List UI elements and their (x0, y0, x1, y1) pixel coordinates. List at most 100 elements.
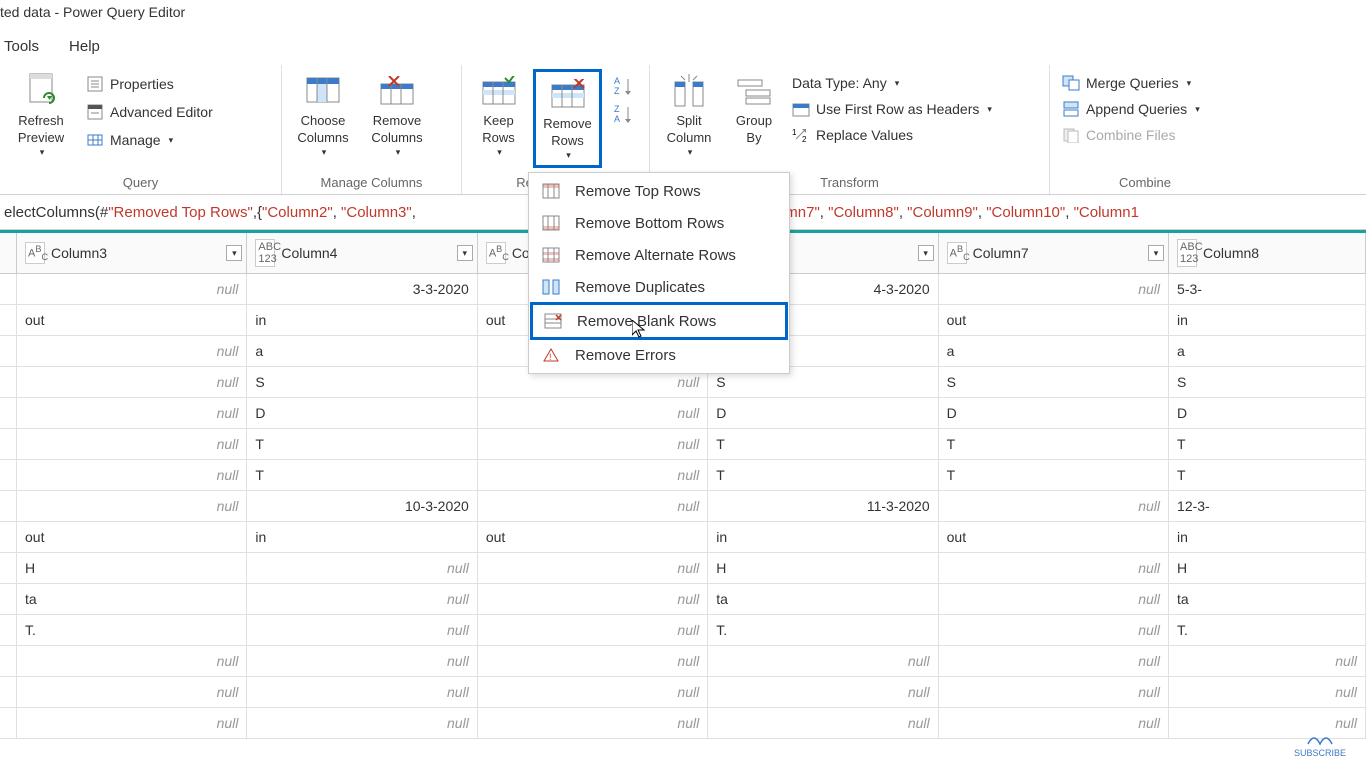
table-cell[interactable]: a (247, 336, 477, 366)
table-cell[interactable]: null (247, 646, 477, 676)
table-cell[interactable]: S (247, 367, 477, 397)
table-cell[interactable]: null (708, 708, 938, 738)
sort-desc-button[interactable]: ZA (614, 103, 638, 125)
data-type-button[interactable]: Data Type: Any▾ (786, 71, 998, 95)
remove-columns-button[interactable]: Remove Columns▾ (362, 69, 432, 162)
table-cell[interactable]: in (247, 305, 477, 335)
table-row[interactable]: nullDnullDDD (0, 398, 1366, 429)
remove-blank-rows-item[interactable]: Remove Blank Rows (530, 302, 788, 340)
table-cell[interactable]: in (708, 522, 938, 552)
table-cell[interactable]: out (939, 522, 1169, 552)
replace-values-button[interactable]: 12 Replace Values (786, 123, 998, 147)
table-row[interactable]: nullTnullTTT (0, 429, 1366, 460)
table-cell[interactable]: null (708, 646, 938, 676)
refresh-preview-button[interactable]: Refresh Preview▾ (6, 69, 76, 162)
table-cell[interactable]: null (939, 553, 1169, 583)
table-cell[interactable]: null (478, 491, 708, 521)
remove-top-rows-item[interactable]: Remove Top Rows (531, 175, 787, 207)
table-cell[interactable]: out (478, 522, 708, 552)
table-cell[interactable]: null (939, 615, 1169, 645)
table-cell[interactable]: T (1169, 429, 1366, 459)
first-row-headers-button[interactable]: Use First Row as Headers▾ (786, 97, 998, 121)
table-cell[interactable]: T (247, 460, 477, 490)
remove-bottom-rows-item[interactable]: Remove Bottom Rows (531, 207, 787, 239)
table-cell[interactable]: null (478, 708, 708, 738)
table-cell[interactable]: null (939, 274, 1169, 304)
table-cell[interactable]: T. (17, 615, 247, 645)
table-cell[interactable]: null (939, 491, 1169, 521)
table-cell[interactable]: a (939, 336, 1169, 366)
table-cell[interactable]: D (1169, 398, 1366, 428)
table-cell[interactable]: T (708, 429, 938, 459)
table-cell[interactable]: ta (1169, 584, 1366, 614)
table-cell[interactable]: null (17, 367, 247, 397)
table-cell[interactable]: null (478, 429, 708, 459)
group-by-button[interactable]: Group By (726, 69, 782, 151)
remove-rows-button[interactable]: Remove Rows▾ (533, 69, 602, 168)
menu-tools[interactable]: Tools (4, 38, 39, 55)
table-cell[interactable]: ta (708, 584, 938, 614)
table-cell[interactable]: a (1169, 336, 1366, 366)
table-cell[interactable]: null (247, 553, 477, 583)
menu-help[interactable]: Help (69, 38, 100, 55)
table-cell[interactable]: 11-3-2020 (708, 491, 938, 521)
table-cell[interactable]: null (478, 553, 708, 583)
table-cell[interactable]: T (708, 460, 938, 490)
table-cell[interactable]: 10-3-2020 (247, 491, 477, 521)
table-cell[interactable]: null (247, 708, 477, 738)
combine-files-button[interactable]: Combine Files (1056, 123, 1206, 147)
properties-button[interactable]: Properties (80, 71, 219, 97)
table-row[interactable]: null10-3-2020null11-3-2020null12-3- (0, 491, 1366, 522)
table-cell[interactable]: T (1169, 460, 1366, 490)
column-header[interactable]: ABC123Column4▾ (247, 233, 477, 273)
table-cell[interactable]: in (1169, 305, 1366, 335)
table-row[interactable]: nullTnullTTT (0, 460, 1366, 491)
table-cell[interactable]: out (939, 305, 1169, 335)
advanced-editor-button[interactable]: Advanced Editor (80, 99, 219, 125)
table-cell[interactable]: ta (17, 584, 247, 614)
table-cell[interactable]: null (478, 398, 708, 428)
column-header[interactable]: ABC123Column8 (1169, 233, 1366, 273)
table-cell[interactable]: null (1169, 677, 1366, 707)
table-row[interactable]: outinoutinoutin (0, 522, 1366, 553)
table-cell[interactable]: T. (708, 615, 938, 645)
table-cell[interactable]: out (17, 522, 247, 552)
choose-columns-button[interactable]: Choose Columns▾ (288, 69, 358, 162)
table-cell[interactable]: null (17, 336, 247, 366)
table-cell[interactable]: null (17, 646, 247, 676)
table-cell[interactable]: null (247, 677, 477, 707)
filter-icon[interactable]: ▾ (226, 245, 242, 261)
table-cell[interactable]: null (247, 615, 477, 645)
table-cell[interactable]: null (17, 491, 247, 521)
filter-icon[interactable]: ▾ (918, 245, 934, 261)
table-row[interactable]: nullnullnullnullnullnull (0, 677, 1366, 708)
merge-queries-button[interactable]: Merge Queries▾ (1056, 71, 1206, 95)
table-cell[interactable]: out (17, 305, 247, 335)
table-cell[interactable]: null (17, 708, 247, 738)
column-header[interactable]: ABCColumn7▾ (939, 233, 1169, 273)
table-cell[interactable]: T (939, 429, 1169, 459)
table-cell[interactable]: H (17, 553, 247, 583)
table-cell[interactable]: null (939, 708, 1169, 738)
table-cell[interactable]: null (708, 677, 938, 707)
split-column-button[interactable]: Split Column▾ (656, 69, 722, 162)
table-cell[interactable]: null (1169, 646, 1366, 676)
table-cell[interactable]: null (478, 677, 708, 707)
table-row[interactable]: T.nullnullT.nullT. (0, 615, 1366, 646)
column-header[interactable]: ABCColumn3▾ (17, 233, 247, 273)
table-cell[interactable]: S (1169, 367, 1366, 397)
table-cell[interactable]: null (939, 677, 1169, 707)
table-cell[interactable]: null (478, 646, 708, 676)
table-cell[interactable]: null (17, 677, 247, 707)
table-cell[interactable]: null (478, 584, 708, 614)
remove-errors-item[interactable]: ! Remove Errors (531, 339, 787, 371)
table-cell[interactable]: null (17, 398, 247, 428)
table-cell[interactable]: D (939, 398, 1169, 428)
table-cell[interactable]: null (939, 584, 1169, 614)
table-cell[interactable]: null (17, 460, 247, 490)
table-cell[interactable]: T (247, 429, 477, 459)
remove-duplicates-item[interactable]: Remove Duplicates (531, 271, 787, 303)
manage-button[interactable]: Manage▾ (80, 127, 219, 153)
remove-alternate-rows-item[interactable]: Remove Alternate Rows (531, 239, 787, 271)
table-row[interactable]: nullnullnullnullnullnull (0, 646, 1366, 677)
